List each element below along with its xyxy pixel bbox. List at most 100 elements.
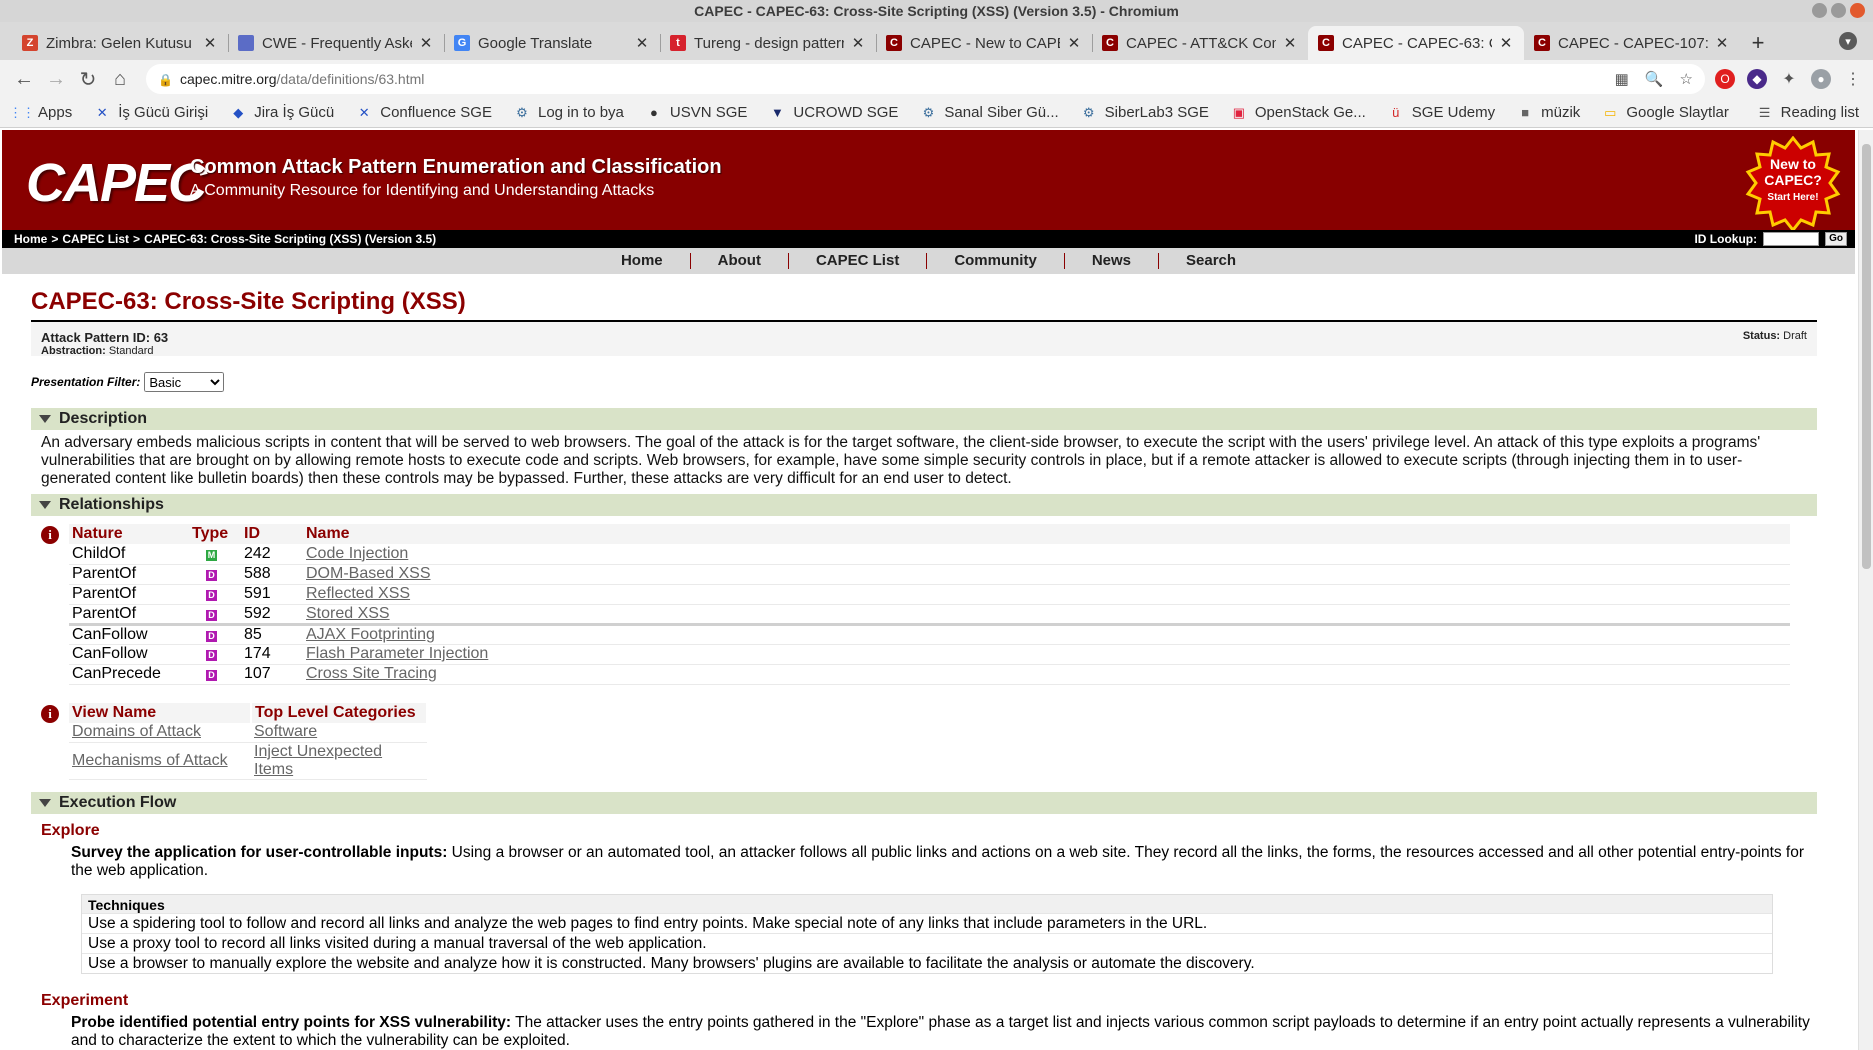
bookmark-label: Confluence SGE xyxy=(380,104,492,121)
bookmark-bya[interactable]: ⚙ Log in to bya xyxy=(514,104,624,121)
bookmark-openstack[interactable]: ▣ OpenStack Ge... xyxy=(1231,104,1366,121)
tab-capec-107[interactable]: C CAPEC - CAPEC-107: Cro ✕ xyxy=(1524,26,1740,60)
relationship-link[interactable]: DOM-Based XSS xyxy=(306,565,430,582)
view-link[interactable]: Domains of Attack xyxy=(72,723,201,740)
lock-icon[interactable]: 🔒 xyxy=(158,73,173,87)
menu-capec-list[interactable]: CAPEC List xyxy=(789,253,928,269)
tab-capec-attack[interactable]: C CAPEC - ATT&CK Compari ✕ xyxy=(1092,26,1308,60)
tab-capec-new[interactable]: C CAPEC - New to CAPEC ✕ xyxy=(876,26,1092,60)
new-tab-button[interactable]: + xyxy=(1740,26,1776,60)
relationship-link[interactable]: Code Injection xyxy=(306,545,408,562)
detailed-pattern-icon: D xyxy=(206,590,217,601)
qr-code-icon[interactable]: ▦ xyxy=(1615,70,1629,88)
menu-kebab-icon[interactable]: ⋮ xyxy=(1843,69,1863,89)
new-to-capec-badge[interactable]: New to CAPEC? Start Here! xyxy=(1745,135,1841,233)
id-lookup-go-button[interactable]: Go xyxy=(1825,232,1847,246)
category-link[interactable]: Software xyxy=(254,723,317,740)
views-table-wrap: i View Name Top Level Categories Domains… xyxy=(31,702,1817,780)
relationships-section-header[interactable]: Relationships xyxy=(31,494,1817,516)
view-link[interactable]: Mechanisms of Attack xyxy=(72,752,228,769)
info-icon[interactable]: i xyxy=(41,526,59,544)
close-tab-icon[interactable]: ✕ xyxy=(850,34,866,52)
relationship-link[interactable]: Flash Parameter Injection xyxy=(306,645,488,662)
bookmark-sanal-siber[interactable]: ⚙ Sanal Siber Gü... xyxy=(920,104,1059,121)
collapse-triangle-icon xyxy=(39,501,51,509)
capec-logo[interactable]: CAPEC xyxy=(26,152,207,214)
bookmark-siberlab3[interactable]: ⚙ SiberLab3 SGE xyxy=(1081,104,1209,121)
maximize-icon[interactable] xyxy=(1831,3,1846,18)
collapse-triangle-icon xyxy=(39,415,51,423)
page-scrollbar[interactable] xyxy=(1858,130,1873,1050)
window-controls xyxy=(1812,3,1865,18)
cell-name: Code Injection xyxy=(303,544,1790,565)
menu-search[interactable]: Search xyxy=(1159,253,1263,269)
bookmark-google-slides[interactable]: ▭ Google Slaytlar xyxy=(1602,104,1729,121)
close-window-icon[interactable] xyxy=(1850,3,1865,18)
table-header-row: Nature Type ID Name xyxy=(69,524,1790,544)
detailed-pattern-icon: D xyxy=(206,650,217,661)
cell-name: DOM-Based XSS xyxy=(303,564,1790,585)
zoom-icon[interactable]: 🔍 xyxy=(1645,70,1664,88)
tab-search-icon[interactable]: ▾ xyxy=(1839,32,1857,50)
address-bar[interactable]: 🔒 capec.mitre.org/data/definitions/63.ht… xyxy=(146,64,1705,94)
bookmark-apps[interactable]: ⋮⋮ Apps xyxy=(9,104,72,121)
tab-label: Zimbra: Gelen Kutusu xyxy=(46,34,192,52)
menu-news[interactable]: News xyxy=(1065,253,1159,269)
cell-id: 242 xyxy=(241,544,303,565)
bookmark-ucrowd[interactable]: ▼ UCROWD SGE xyxy=(769,104,898,121)
close-tab-icon[interactable]: ✕ xyxy=(202,34,218,52)
menu-about[interactable]: About xyxy=(691,253,789,269)
relationship-link[interactable]: Cross Site Tracing xyxy=(306,665,437,682)
back-icon[interactable]: ← xyxy=(10,65,38,93)
bookmark-jira[interactable]: ◆ Jira İş Gücü xyxy=(230,104,334,121)
close-tab-icon[interactable]: ✕ xyxy=(1498,34,1514,52)
bookmark-is-gucu[interactable]: ✕ İş Gücü Girişi xyxy=(94,104,208,121)
forward-icon[interactable]: → xyxy=(42,65,70,93)
presentation-filter-select[interactable]: Basic xyxy=(144,372,225,392)
relationship-link[interactable]: Reflected XSS xyxy=(306,585,410,602)
close-tab-icon[interactable]: ✕ xyxy=(1282,34,1298,52)
id-lookup-input[interactable] xyxy=(1763,232,1820,246)
technique-row: Use a spidering tool to follow and recor… xyxy=(82,913,1772,933)
menu-community[interactable]: Community xyxy=(927,253,1065,269)
tab-tureng[interactable]: t Tureng - design pattern ✕ xyxy=(660,26,876,60)
close-tab-icon[interactable]: ✕ xyxy=(1066,34,1082,52)
extensions-puzzle-icon[interactable]: ✦ xyxy=(1779,69,1799,89)
relationship-link[interactable]: Stored XSS xyxy=(306,605,390,622)
phase-explore: Explore xyxy=(41,822,100,839)
tab-zimbra[interactable]: Z Zimbra: Gelen Kutusu ✕ xyxy=(12,26,228,60)
reading-list-icon: ☰ xyxy=(1758,104,1771,120)
cell-name: Stored XSS xyxy=(303,604,1790,625)
tab-cwe[interactable]: CWE - Frequently Asked ✕ xyxy=(228,26,444,60)
scrollbar-thumb[interactable] xyxy=(1862,144,1871,569)
bookmark-label: Google Slaytlar xyxy=(1626,104,1729,121)
breadcrumb-capec-list[interactable]: CAPEC List xyxy=(62,232,129,246)
phase-experiment: Experiment xyxy=(41,992,129,1009)
relationship-link[interactable]: AJAX Footprinting xyxy=(306,626,435,643)
close-tab-icon[interactable]: ✕ xyxy=(1714,34,1730,52)
breadcrumb-home[interactable]: Home xyxy=(14,232,47,246)
bookmark-muzik[interactable]: ■ müzik xyxy=(1517,104,1580,121)
bookmark-udemy[interactable]: ü SGE Udemy xyxy=(1388,104,1495,121)
reading-list-button[interactable]: ☰ Reading list xyxy=(1757,104,1859,121)
minimize-icon[interactable] xyxy=(1812,3,1827,18)
reload-icon[interactable]: ↻ xyxy=(74,65,102,93)
home-icon[interactable]: ⌂ xyxy=(106,65,134,93)
close-tab-icon[interactable]: ✕ xyxy=(634,34,650,52)
category-link[interactable]: Inject Unexpected Items xyxy=(254,743,382,778)
badge-text: New to CAPEC? Start Here! xyxy=(1745,156,1841,206)
execution-flow-section-header[interactable]: Execution Flow xyxy=(31,792,1817,814)
shield-extension-icon[interactable]: ◆ xyxy=(1747,69,1767,89)
tab-google-translate[interactable]: G Google Translate ✕ xyxy=(444,26,660,60)
menu-home[interactable]: Home xyxy=(594,253,691,269)
info-icon[interactable]: i xyxy=(41,704,59,723)
opera-extension-icon[interactable]: O xyxy=(1715,69,1735,89)
breadcrumb: Home > CAPEC List > CAPEC-63: Cross-Site S… xyxy=(2,230,1855,248)
bookmark-confluence[interactable]: ✕ Confluence SGE xyxy=(356,104,492,121)
close-tab-icon[interactable]: ✕ xyxy=(418,34,434,52)
bookmark-star-icon[interactable]: ☆ xyxy=(1680,70,1693,88)
profile-avatar-icon[interactable]: ● xyxy=(1811,69,1831,89)
tab-capec-63[interactable]: C CAPEC - CAPEC-63: Cross ✕ xyxy=(1308,26,1524,60)
bookmark-usvn[interactable]: ● USVN SGE xyxy=(646,104,747,121)
description-section-header[interactable]: Description xyxy=(31,408,1817,430)
